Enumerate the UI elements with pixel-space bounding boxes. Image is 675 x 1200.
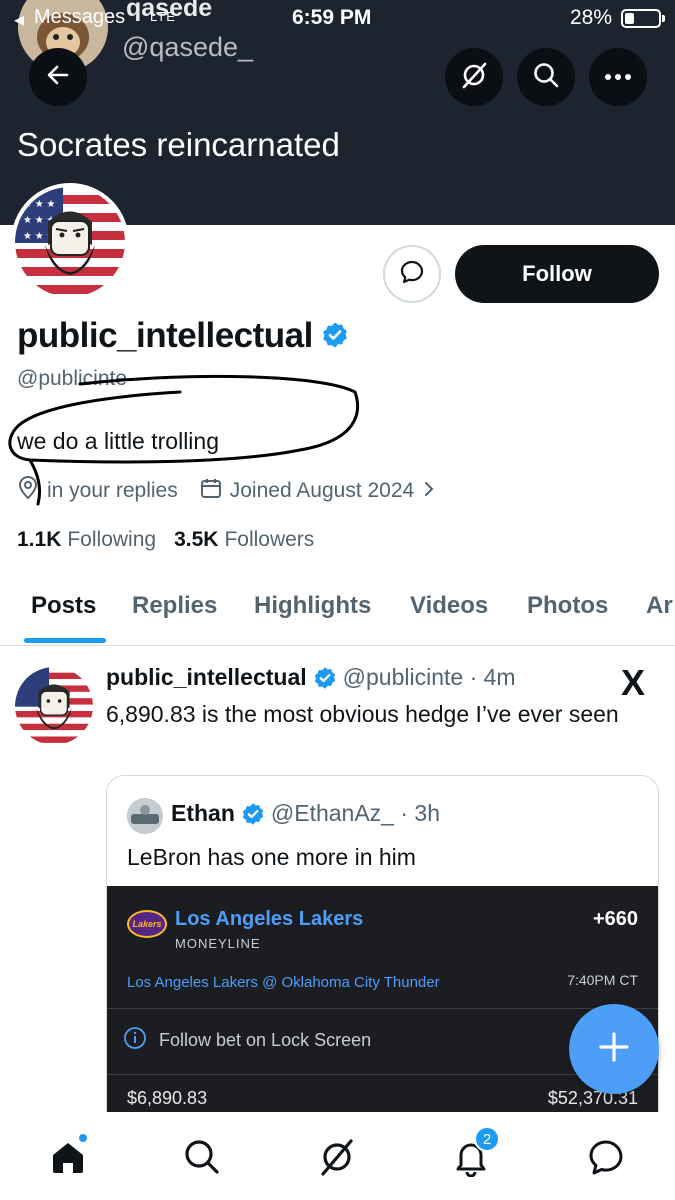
status-back-arrow[interactable]: ◂ [14,7,24,32]
followers-count: 3.5K [174,528,219,551]
status-bar: ◂ Messages LTE 6:59 PM 28% [0,0,675,36]
nav-home[interactable] [43,1134,93,1184]
post-avatar[interactable] [15,667,93,745]
location-pin-icon [17,476,47,506]
location-text: in your replies [47,479,178,502]
profile-bio: we do a little trolling [17,428,219,454]
back-button[interactable] [29,48,87,106]
plus-icon [597,1030,631,1069]
bet-follow-text: Follow bet on Lock Screen [159,1030,372,1050]
following-stat[interactable]: 1.1K Following [17,528,156,552]
profile-meta: in your replies Joined August 2024 [17,476,464,506]
post-meta: @publicinte · 4m [342,664,516,690]
profile-avatar[interactable]: ★ ★ ★ ★ ★ ★ ★ ★ ★ [11,183,129,301]
home-icon [48,1137,88,1182]
bet-stake: $6,890.83 [127,1088,208,1108]
joined-item[interactable]: Joined August 2024 [200,477,443,505]
profile-tabs: Posts Replies Highlights Videos Photos A… [0,580,675,646]
chevron-right-icon [424,479,442,503]
following-label: Following [67,528,157,551]
nav-search[interactable] [177,1134,227,1184]
compose-button[interactable] [569,1004,659,1094]
peek-handle: @qasede_ [122,32,254,62]
quote-header: Ethan @EthanAz_ · 3h [171,800,440,827]
bet-odds: +660 [592,908,638,930]
followers-label: Followers [224,528,315,551]
bet-game: Los Angeles Lakers @ Oklahoma City Thund… [127,974,440,991]
follow-button[interactable]: Follow [455,245,659,303]
bottom-nav: 2 [0,1112,675,1200]
location-item: in your replies [17,476,178,506]
bet-slip-image: Lakers Los Angeles Lakers MONEYLINE +660… [107,886,658,1134]
nav-messages[interactable] [581,1134,631,1184]
display-name: public_intellectual [17,316,349,358]
status-back-to-messages[interactable]: Messages [34,6,125,29]
joined-text: Joined August 2024 [229,479,415,502]
info-icon [123,1026,159,1055]
post-text: 6,890.83 is the most obvious hedge I’ve … [106,701,619,727]
following-count: 1.1K [17,528,62,551]
quoted-post[interactable]: Ethan @EthanAz_ · 3h LeBron has one more… [106,775,659,1135]
active-tab-indicator [24,638,106,643]
battery-percent: 28% [570,6,613,29]
more-icon [604,68,632,86]
tab-highlights[interactable]: Highlights [254,580,371,620]
message-icon [399,259,425,290]
grok-icon [460,61,488,94]
bet-divider [107,1008,658,1009]
quote-author-name: Ethan [171,800,235,826]
verified-badge-icon [321,318,349,358]
search-icon [532,61,560,94]
message-icon [586,1137,626,1182]
post-author-name[interactable]: public_intellectual [106,664,307,691]
quote-verified-icon [241,802,265,826]
search-icon [182,1137,222,1182]
bet-follow-row: Follow bet on Lock Screen [123,1026,371,1055]
tab-photos[interactable]: Photos [527,580,608,620]
arrow-left-icon [45,62,71,93]
tab-posts[interactable]: Posts [31,580,96,620]
grok-button[interactable] [445,48,503,106]
svg-text:★ ★ ★: ★ ★ ★ [23,199,55,210]
bet-team: Los Angeles Lakers [175,908,364,930]
quote-text: LeBron has one more in him [127,844,416,870]
follow-stats: 1.1K Following 3.5K Followers [17,528,332,552]
tab-videos[interactable]: Videos [410,580,488,620]
post-header: public_intellectual @publicinte · 4m [106,664,516,691]
profile-handle: @publicinte [17,367,128,390]
bet-time: 7:40PM CT [567,972,638,988]
calendar-icon [200,477,230,505]
search-button[interactable] [517,48,575,106]
battery-fill [625,13,634,24]
display-name-text: public_intellectual [17,316,313,355]
home-unread-dot [79,1134,87,1142]
nav-grok[interactable] [312,1134,362,1184]
tab-replies[interactable]: Replies [132,580,217,620]
status-time: 6:59 PM [292,6,372,29]
post-verified-icon [313,666,337,690]
quote-meta: @EthanAz_ · 3h [270,800,440,826]
lakers-logo: Lakers [127,910,167,938]
banner-text: Socrates reincarnated [17,126,340,163]
tab-articles[interactable]: Ar [646,580,673,620]
battery-icon [621,9,665,28]
quote-avatar [127,798,163,834]
bet-type: MONEYLINE [175,936,261,951]
message-button[interactable] [383,245,441,303]
followers-stat[interactable]: 3.5K Followers [174,528,314,552]
more-button[interactable] [589,48,647,106]
grok-icon [317,1137,357,1182]
status-network: LTE [150,9,176,24]
nav-notifications[interactable]: 2 [446,1126,500,1184]
notifications-badge: 2 [474,1126,500,1152]
